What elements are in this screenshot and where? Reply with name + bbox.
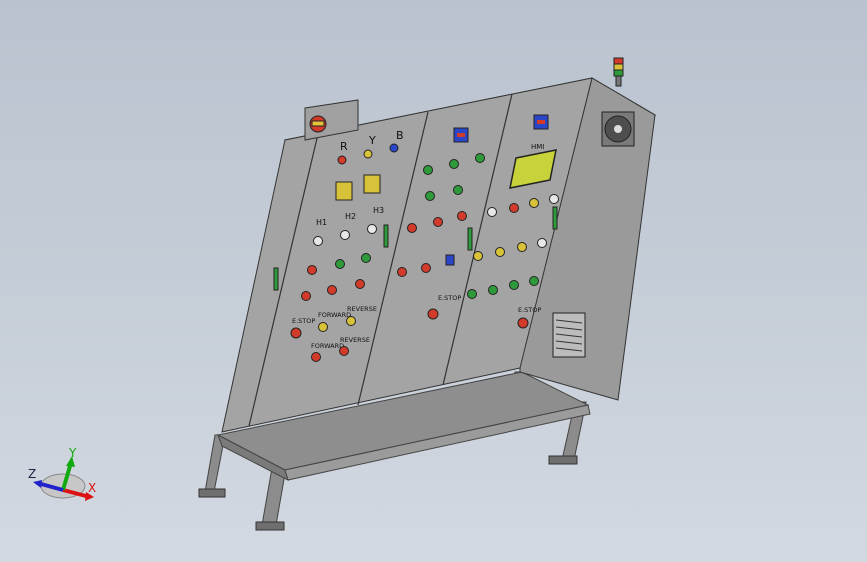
phase-b-label: B bbox=[396, 129, 404, 142]
button-red-d[interactable] bbox=[355, 279, 365, 289]
estop-button-3[interactable] bbox=[517, 317, 529, 329]
triad-z-label: Z bbox=[28, 467, 37, 481]
phase-y-label: Y bbox=[368, 134, 376, 147]
indicator-red-c[interactable] bbox=[457, 211, 467, 221]
estop-button-2[interactable] bbox=[427, 308, 439, 320]
hmi-light-b[interactable] bbox=[509, 203, 519, 213]
forward-button-1[interactable] bbox=[318, 322, 328, 332]
phase-b-light[interactable] bbox=[389, 143, 399, 153]
h1-light[interactable] bbox=[313, 236, 323, 246]
h3-light[interactable] bbox=[367, 224, 377, 234]
phase-r-light[interactable] bbox=[337, 155, 347, 165]
button-red-c[interactable] bbox=[327, 285, 337, 295]
estop-label-1: E.STOP bbox=[292, 317, 315, 325]
indicator-green-b[interactable] bbox=[449, 159, 459, 169]
fan-icon bbox=[601, 111, 635, 147]
aux-green-c[interactable] bbox=[509, 280, 519, 290]
aux-light-c[interactable] bbox=[517, 242, 527, 252]
indicator-green-d[interactable] bbox=[425, 191, 435, 201]
meter-b bbox=[363, 174, 381, 194]
h1-label: H1 bbox=[316, 218, 327, 227]
phase-y-light[interactable] bbox=[363, 149, 373, 159]
aux-light-a[interactable] bbox=[473, 251, 483, 261]
indicator-green-c[interactable] bbox=[475, 153, 485, 163]
estop-label-2: E.STOP bbox=[438, 294, 461, 302]
indicator-green-a[interactable] bbox=[423, 165, 433, 175]
aux-green-b[interactable] bbox=[488, 285, 498, 295]
reverse-label-2: REVERSE bbox=[340, 336, 370, 344]
button-green-a[interactable] bbox=[335, 259, 345, 269]
indicator-red-e[interactable] bbox=[421, 263, 431, 273]
meter-a bbox=[335, 181, 353, 201]
h2-light[interactable] bbox=[340, 230, 350, 240]
indicator-red-a[interactable] bbox=[407, 223, 417, 233]
hmi-light-c[interactable] bbox=[529, 198, 539, 208]
aux-light-d[interactable] bbox=[537, 238, 547, 248]
estop-label-3: E.STOP bbox=[518, 306, 541, 314]
triad-y-label: Y bbox=[69, 446, 77, 460]
indicator-red-d[interactable] bbox=[397, 267, 407, 277]
cad-viewport[interactable]: R Y B H1 H2 H3 E.STOP FORWARD REVERSE FO… bbox=[0, 0, 867, 562]
button-red-b[interactable] bbox=[301, 291, 311, 301]
reverse-button-2[interactable] bbox=[339, 346, 349, 356]
hmi-light-a[interactable] bbox=[487, 207, 497, 217]
indicator-green-e[interactable] bbox=[453, 185, 463, 195]
forward-button-2[interactable] bbox=[311, 352, 321, 362]
indicator-red-b[interactable] bbox=[433, 217, 443, 227]
aux-light-b[interactable] bbox=[495, 247, 505, 257]
cabinet-body[interactable] bbox=[221, 77, 657, 433]
triad-x-label: X bbox=[88, 481, 97, 495]
selector-blue-small[interactable] bbox=[445, 254, 455, 266]
reverse-label-1: REVERSE bbox=[347, 305, 377, 313]
hmi-label: HMI bbox=[531, 143, 544, 151]
phase-r-label: R bbox=[340, 140, 348, 153]
button-red-a[interactable] bbox=[307, 265, 317, 275]
h2-label: H2 bbox=[345, 212, 356, 221]
hmi-light-d[interactable] bbox=[549, 194, 559, 204]
aux-green-a[interactable] bbox=[467, 289, 477, 299]
orientation-triad[interactable] bbox=[33, 456, 94, 501]
button-green-b[interactable] bbox=[361, 253, 371, 263]
aux-green-d[interactable] bbox=[529, 276, 539, 286]
estop-button-1[interactable] bbox=[290, 327, 302, 339]
tower-light bbox=[613, 57, 624, 87]
h3-label: H3 bbox=[373, 206, 384, 215]
reverse-button-1[interactable] bbox=[346, 316, 356, 326]
vent-grille bbox=[552, 312, 586, 358]
